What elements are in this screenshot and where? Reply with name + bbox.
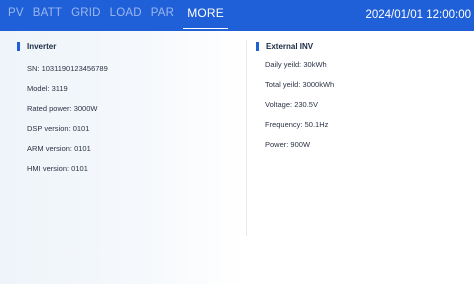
inverter-rated-power: Rated power: 3000W	[27, 104, 98, 113]
external-inv-info-list: Daily yeild: 30kWh Total yeild: 3000kWh …	[265, 60, 334, 160]
external-daily-yield: Daily yeild: 30kWh	[265, 60, 327, 69]
tab-bar: PV BATT GRID LOAD PAR MORE	[0, 0, 228, 31]
inverter-section-title: Inverter	[17, 42, 56, 51]
tab-more[interactable]: MORE	[183, 0, 228, 31]
inverter-panel: Inverter SN: 1031190123456789 Model: 311…	[0, 31, 246, 284]
top-bar: PV BATT GRID LOAD PAR MORE 2024/01/01 12…	[0, 0, 474, 31]
external-total-yield: Total yeild: 3000kWh	[265, 80, 335, 89]
inverter-sn: SN: 1031190123456789	[27, 64, 108, 73]
external-inv-title: External INV	[266, 42, 314, 51]
external-voltage: Voltage: 230.5V	[265, 100, 318, 109]
tab-batt[interactable]: BATT	[33, 0, 62, 31]
external-inv-panel: External INV Daily yeild: 30kWh Total ye…	[247, 31, 474, 284]
external-frequency: Frequency: 50.1Hz	[265, 120, 329, 129]
inverter-model: Model: 3119	[27, 84, 68, 93]
tab-grid[interactable]: GRID	[71, 0, 101, 31]
datetime: 2024/01/01 12:00:00	[365, 9, 471, 21]
inverter-hmi-version: HMI version: 0101	[27, 164, 88, 173]
section-marker	[256, 42, 259, 51]
section-marker	[17, 42, 20, 51]
tab-pv[interactable]: PV	[8, 0, 24, 31]
tab-load[interactable]: LOAD	[110, 0, 142, 31]
inverter-info-list: SN: 1031190123456789 Model: 3119 Rated p…	[27, 64, 108, 184]
tab-par[interactable]: PAR	[151, 0, 174, 31]
inverter-dsp-version: DSP version: 0101	[27, 124, 90, 133]
inverter-title: Inverter	[27, 42, 57, 51]
inverter-arm-version: ARM version: 0101	[27, 144, 91, 153]
external-inv-section-title: External INV	[256, 42, 313, 51]
external-power: Power: 900W	[265, 140, 311, 149]
